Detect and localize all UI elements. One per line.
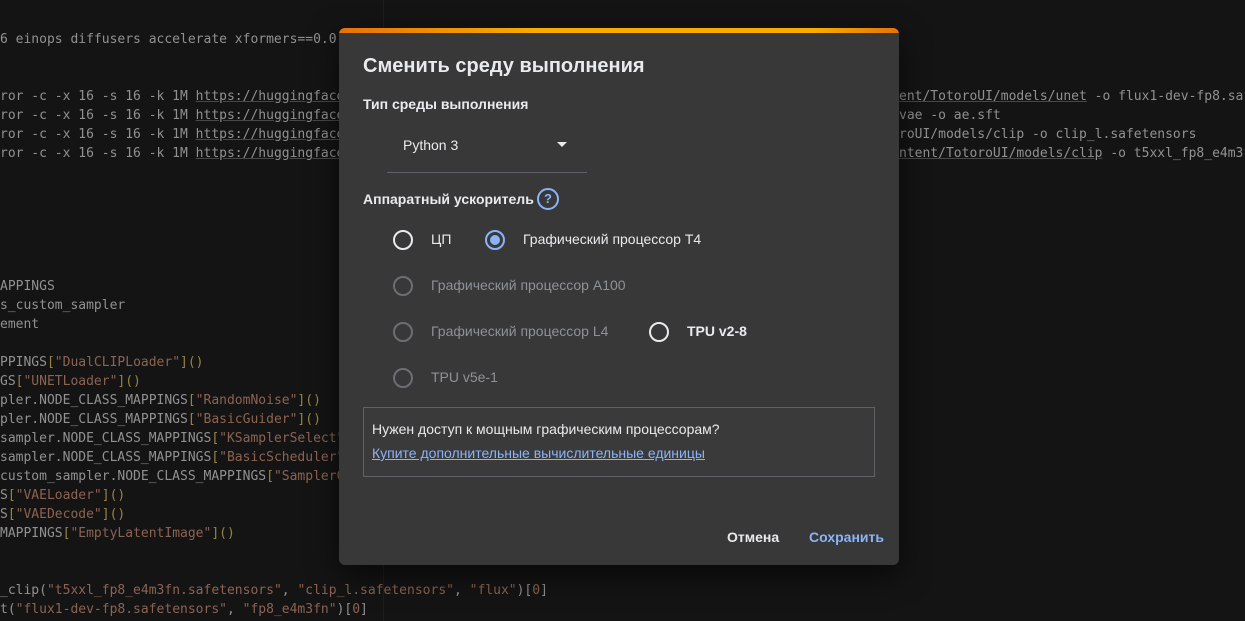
radio-icon [485, 230, 505, 250]
radio-label: Графический процессор T4 [523, 231, 702, 247]
save-button[interactable]: Сохранить [809, 529, 884, 545]
radio-icon [393, 322, 413, 342]
runtime-type-value: Python 3 [403, 137, 459, 153]
runtime-type-label: Тип среды выполнения [363, 96, 529, 112]
radio-label: TPU v5e-1 [431, 369, 498, 385]
radio-icon [649, 322, 669, 342]
cancel-button[interactable]: Отмена [727, 529, 779, 545]
radio-label: ЦП [431, 231, 452, 247]
buy-compute-units-link[interactable]: Купите дополнительные вычислительные еди… [372, 445, 705, 461]
dialog-title: Сменить среду выполнения [363, 55, 645, 77]
radio-icon [393, 276, 413, 296]
radio-icon [393, 368, 413, 388]
help-icon[interactable]: ? [537, 188, 559, 210]
info-text: Нужен доступ к мощным графическим процес… [372, 421, 720, 437]
runtime-type-select[interactable]: Python 3 [387, 128, 587, 173]
radio-label: TPU v2-8 [687, 323, 747, 339]
radio-label: Графический процессор L4 [431, 323, 609, 339]
dropdown-caret-icon [557, 142, 567, 147]
accelerator-label: Аппаратный ускоритель [363, 191, 534, 207]
radio-icon [393, 230, 413, 250]
compute-units-info-box: Нужен доступ к мощным графическим процес… [363, 407, 875, 477]
radio-label: Графический процессор A100 [431, 277, 626, 293]
dialog-accent-bar [339, 28, 899, 33]
change-runtime-dialog: Сменить среду выполнения Тип среды выпол… [339, 28, 899, 565]
